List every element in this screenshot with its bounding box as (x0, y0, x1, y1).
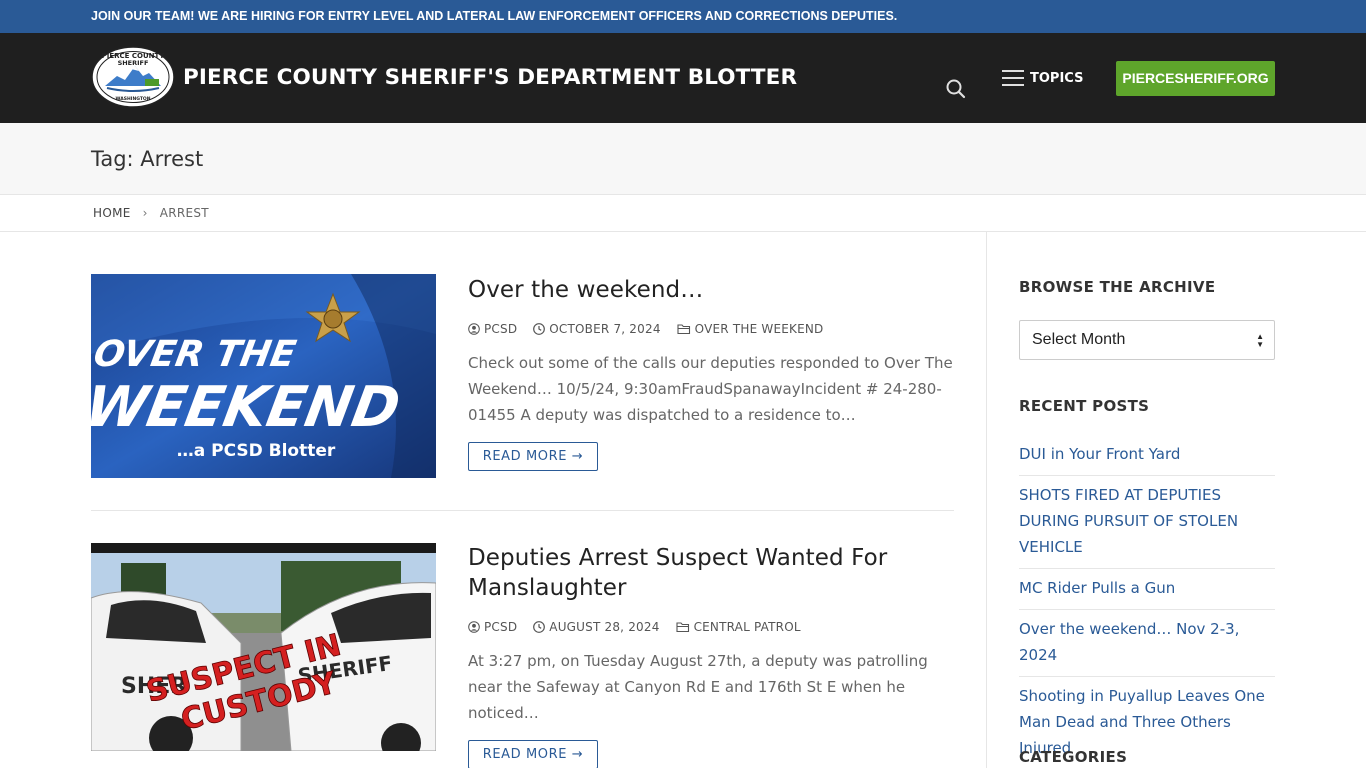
post-title[interactable]: Deputies Arrest Suspect Wanted For Mansl… (468, 543, 954, 603)
logo-text-bottom: WASHINGTON (116, 96, 151, 102)
clock-icon (533, 323, 546, 335)
categories-widget-title: CATEGORIES (1019, 748, 1128, 766)
post-date-text: OCTOBER 7, 2024 (549, 322, 661, 336)
chevron-right-icon: › (142, 206, 148, 220)
breadcrumb: HOME › ARREST (0, 195, 1366, 232)
read-more-button[interactable]: READ MORE → (468, 740, 598, 768)
clock-icon (533, 621, 546, 633)
post-body: Deputies Arrest Suspect Wanted For Mansl… (468, 543, 954, 768)
recent-post-link[interactable]: MC Rider Pulls a Gun (1019, 569, 1275, 610)
breadcrumb-home-link[interactable]: HOME (93, 206, 131, 220)
post-author[interactable]: PCSD (468, 322, 517, 336)
topics-menu-label: TOPICS (1030, 70, 1084, 86)
recent-post-link[interactable]: Over the weekend… Nov 2-3, 2024 (1019, 610, 1275, 677)
post-author-name: PCSD (484, 620, 518, 634)
folder-icon (677, 324, 690, 335)
hamburger-icon (1002, 70, 1024, 86)
piercesheriff-link-button[interactable]: PIERCESHERIFF.ORG (1116, 61, 1275, 96)
user-icon (468, 323, 480, 335)
recent-posts-list: DUI in Your Front Yard SHOTS FIRED AT DE… (1019, 435, 1275, 768)
thumb-line3: …a PCSD Blotter (177, 441, 336, 461)
archive-month-select[interactable]: Select Month ▲ ▼ (1019, 320, 1275, 360)
post-body: Over the weekend… PCSD OCTOBER 7, 2024 O… (468, 274, 954, 471)
post-title[interactable]: Over the weekend… (468, 275, 954, 305)
post-thumbnail[interactable]: SHER SHERIFF SUSPECT IN CUSTODY (90, 543, 437, 763)
post-date[interactable]: OCTOBER 7, 2024 (533, 322, 660, 336)
select-arrows-icon: ▲ ▼ (1256, 332, 1264, 349)
post-date-text: AUGUST 28, 2024 (549, 620, 660, 634)
logo-text-mid: SHERIFF (118, 59, 149, 67)
recent-post-link[interactable]: SHOTS FIRED AT DEPUTIES DURING PURSUIT O… (1019, 476, 1275, 569)
main-content: OVER THE WEEKEND …a PCSD Blotter Over th… (0, 232, 1366, 768)
post-thumbnail[interactable]: OVER THE WEEKEND …a PCSD Blotter (80, 274, 436, 478)
breadcrumb-current: ARREST (159, 206, 209, 220)
post-meta: PCSD AUGUST 28, 2024 CENTRAL PATROL (468, 620, 954, 634)
hiring-banner-text: JOIN OUR TEAM! WE ARE HIRING FOR ENTRY L… (91, 9, 898, 23)
post-category[interactable]: CENTRAL PATROL (676, 620, 801, 634)
post-excerpt: At 3:27 pm, on Tuesday August 27th, a de… (468, 652, 928, 722)
sheriff-logo[interactable]: PIERCE COUNTY SHERIFF WASHINGTON (91, 46, 175, 108)
post-card: OVER THE WEEKEND …a PCSD Blotter Over th… (80, 274, 954, 484)
folder-icon (676, 622, 689, 633)
post-date[interactable]: AUGUST 28, 2024 (533, 620, 659, 634)
site-header: PIERCE COUNTY SHERIFF WASHINGTON PIERCE … (0, 33, 1366, 123)
post-divider (91, 510, 954, 511)
recent-post-link[interactable]: DUI in Your Front Yard (1019, 435, 1275, 476)
post-category[interactable]: OVER THE WEEKEND (677, 322, 824, 336)
post-excerpt: Check out some of the calls our deputies… (468, 354, 953, 424)
hiring-banner[interactable]: JOIN OUR TEAM! WE ARE HIRING FOR ENTRY L… (0, 0, 1366, 33)
read-more-button[interactable]: READ MORE → (468, 442, 598, 471)
page-title-bar: Tag: Arrest (0, 123, 1366, 195)
sidebar-divider (986, 232, 987, 768)
archive-widget-title: BROWSE THE ARCHIVE (1019, 278, 1216, 296)
page-title: Tag: Arrest (91, 147, 204, 171)
search-icon[interactable] (945, 78, 967, 100)
post-card: SHER SHERIFF SUSPECT IN CUSTODY Deputies… (90, 543, 954, 768)
recent-posts-title: RECENT POSTS (1019, 397, 1150, 415)
thumb-line2: WEEKEND (91, 375, 405, 440)
thumb-line1: OVER THE (91, 332, 300, 375)
topics-menu-button[interactable]: TOPICS (1002, 69, 1083, 87)
site-title[interactable]: PIERCE COUNTY SHERIFF'S DEPARTMENT BLOTT… (183, 33, 797, 123)
post-category-text: OVER THE WEEKEND (694, 322, 824, 336)
archive-month-select-value: Select Month (1032, 331, 1126, 348)
post-author[interactable]: PCSD (468, 620, 517, 634)
post-meta: PCSD OCTOBER 7, 2024 OVER THE WEEKEND (468, 322, 954, 336)
post-author-name: PCSD (484, 322, 518, 336)
post-category-text: CENTRAL PATROL (693, 620, 801, 634)
user-icon (468, 621, 480, 633)
